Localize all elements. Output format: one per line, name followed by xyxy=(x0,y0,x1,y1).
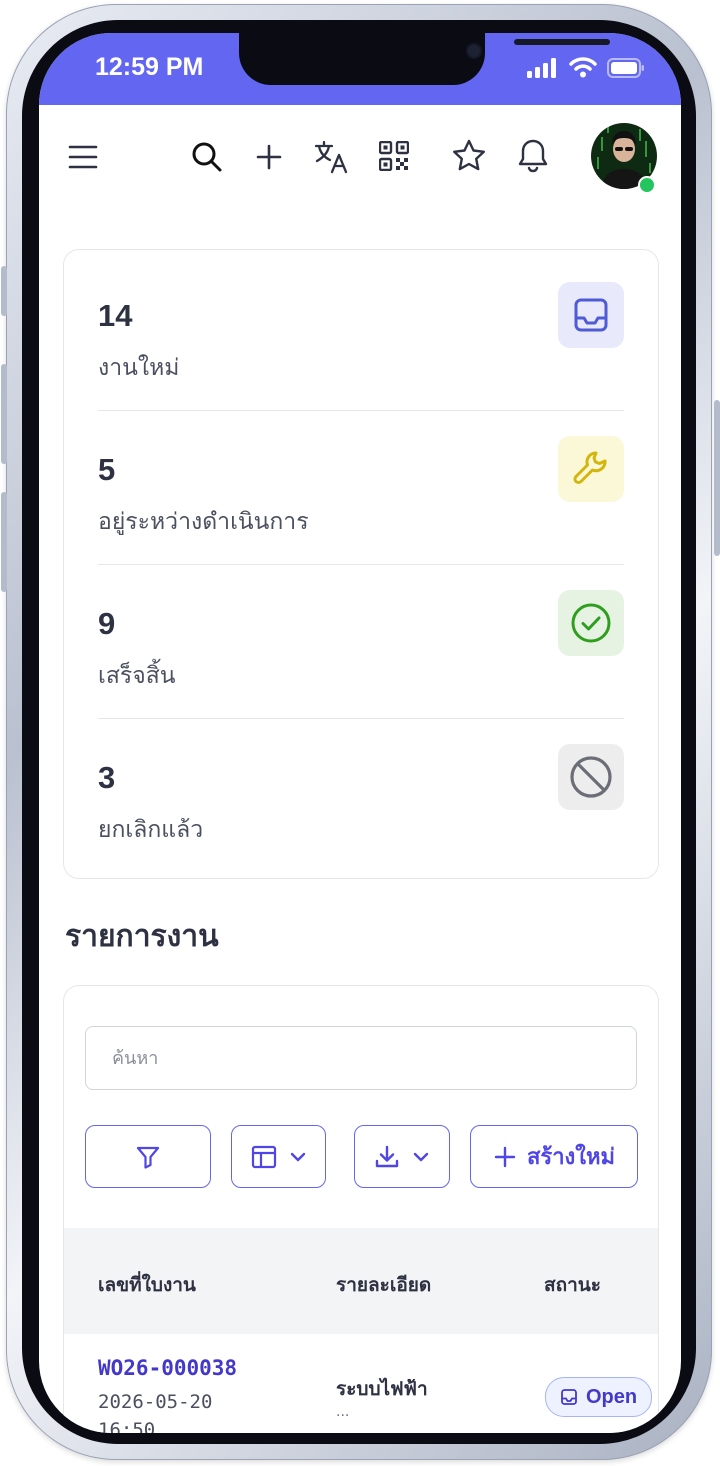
stat-value: 9 xyxy=(98,606,116,641)
search-input[interactable] xyxy=(85,1026,637,1090)
columns-button[interactable] xyxy=(231,1125,326,1188)
work-order-date: 2026-05-20 16:50 xyxy=(98,1391,213,1433)
front-camera xyxy=(468,45,480,57)
power-button xyxy=(714,400,720,556)
bell-icon[interactable] xyxy=(513,137,553,175)
filter-icon xyxy=(136,1146,160,1169)
screen: 12:59 PM 14 งานใหม่ 5 อยู่ระหว่างดำเนินก… xyxy=(39,33,681,1433)
star-icon[interactable] xyxy=(449,137,489,175)
status-badge-label: Open xyxy=(586,1385,638,1408)
download-icon xyxy=(375,1145,399,1167)
stat-cancelled[interactable]: 3 ยกเลิกแล้ว xyxy=(98,712,624,865)
status-time: 12:59 PM xyxy=(95,53,204,81)
stats-card: 14 งานใหม่ 5 อยู่ระหว่างดำเนินการ 9 เสร็… xyxy=(63,249,659,879)
stat-value: 5 xyxy=(98,452,116,487)
stat-new[interactable]: 14 งานใหม่ xyxy=(98,250,624,403)
wifi-icon xyxy=(569,57,597,78)
notch xyxy=(239,33,610,85)
signal-icon xyxy=(527,57,556,78)
stat-value: 3 xyxy=(98,760,116,795)
stat-label: อยู่ระหว่างดำเนินการ xyxy=(98,509,309,535)
table-row[interactable]: WO26-000038 2026-05-20 16:50 ระบบไฟฟ้า .… xyxy=(64,1334,658,1433)
mute-switch xyxy=(1,266,7,316)
volume-down-button xyxy=(1,492,7,592)
column-header-details[interactable]: รายละเอียด xyxy=(336,1270,431,1300)
check-circle-icon xyxy=(558,590,624,656)
filter-button[interactable] xyxy=(85,1125,211,1188)
stat-completed[interactable]: 9 เสร็จสิ้น xyxy=(98,558,624,711)
battery-icon xyxy=(607,57,644,78)
stat-label: งานใหม่ xyxy=(98,355,180,381)
work-order-description-more: ... xyxy=(336,1404,350,1420)
search-icon[interactable] xyxy=(189,139,225,175)
qr-code-icon[interactable] xyxy=(377,139,411,173)
columns-icon xyxy=(251,1145,276,1168)
inbox-icon xyxy=(558,282,624,348)
volume-up-button xyxy=(1,364,7,464)
stat-in-progress[interactable]: 5 อยู่ระหว่างดำเนินการ xyxy=(98,404,624,557)
worklist-card: สร้างใหม่ เลขที่ใบงาน รายละเอียด สถานะ W… xyxy=(63,985,659,1433)
plus-icon xyxy=(494,1146,516,1167)
stat-value: 14 xyxy=(98,298,133,333)
table-header: เลขที่ใบงาน รายละเอียด สถานะ xyxy=(64,1228,658,1334)
speaker xyxy=(514,39,610,45)
download-button[interactable] xyxy=(354,1125,450,1188)
column-header-status[interactable]: สถานะ xyxy=(544,1270,601,1300)
plus-icon[interactable] xyxy=(251,139,287,175)
work-order-id-link[interactable]: WO26-000038 xyxy=(98,1356,237,1380)
wrench-icon xyxy=(558,436,624,502)
stat-label: เสร็จสิ้น xyxy=(98,663,176,689)
status-badge: Open xyxy=(545,1377,653,1417)
status-icons xyxy=(527,57,645,78)
chevron-down-icon xyxy=(413,1152,429,1161)
inbox-icon xyxy=(561,1389,577,1405)
status-bar: 12:59 PM xyxy=(39,33,681,105)
create-new-label: สร้างใหม่ xyxy=(526,1145,616,1170)
worklist-title: รายการงาน xyxy=(65,919,219,954)
create-new-button[interactable]: สร้างใหม่ xyxy=(470,1125,638,1188)
chevron-down-icon xyxy=(290,1152,305,1161)
column-header-work-order[interactable]: เลขที่ใบงาน xyxy=(98,1270,196,1300)
menu-icon[interactable] xyxy=(65,141,101,173)
online-status-dot xyxy=(638,176,656,194)
stat-label: ยกเลิกแล้ว xyxy=(98,817,204,843)
ban-icon xyxy=(558,744,624,810)
work-order-description: ระบบไฟฟ้า xyxy=(336,1378,428,1400)
top-navigation xyxy=(39,105,681,225)
translate-icon[interactable] xyxy=(311,139,351,175)
